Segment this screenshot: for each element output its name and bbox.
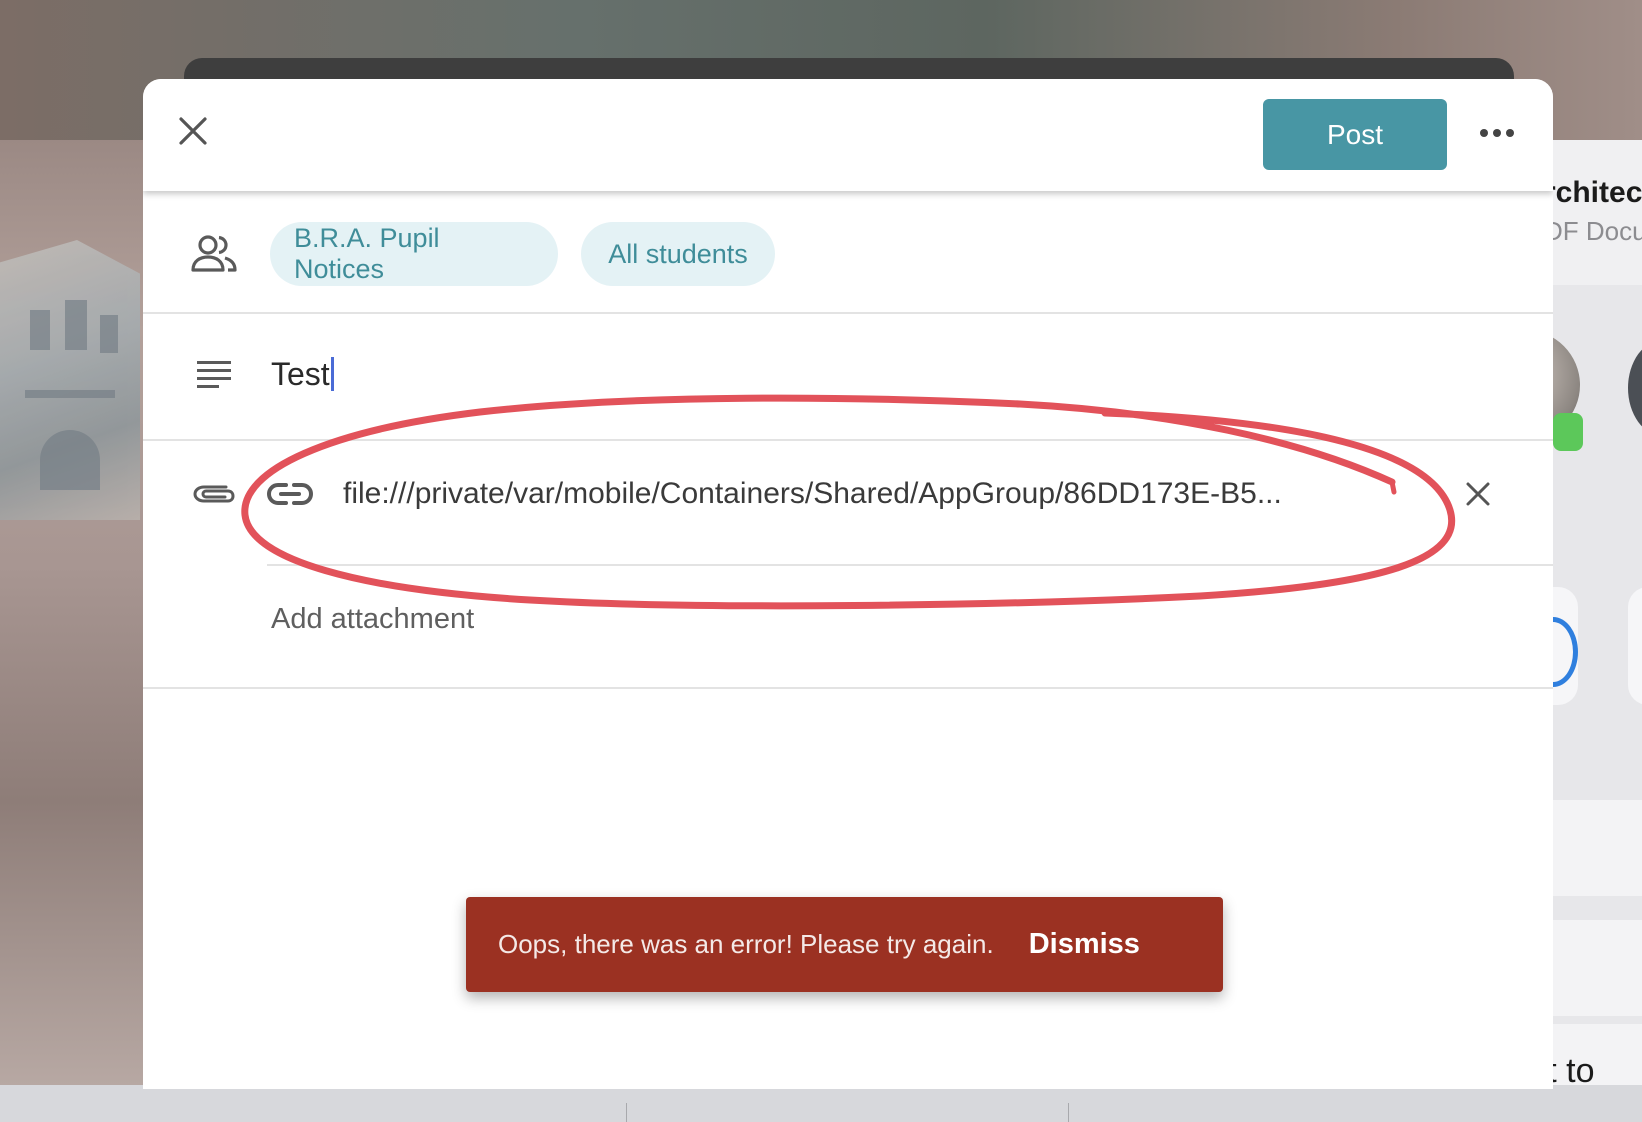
- paperclip-icon: [189, 469, 239, 519]
- background-building-image: [0, 240, 140, 520]
- divider: [267, 564, 1553, 566]
- class-chip[interactable]: B.R.A. Pupil Notices: [270, 222, 558, 286]
- divider: [143, 312, 1553, 314]
- announcement-text-input[interactable]: Test: [271, 349, 334, 399]
- students-chip[interactable]: All students: [581, 222, 775, 286]
- share-sheet-subtitle: DF Docu: [1544, 216, 1642, 246]
- messages-badge-icon: [1553, 413, 1583, 451]
- bottom-toolbar: [0, 1085, 1642, 1122]
- text-caret: [330, 357, 334, 391]
- announcement-text: Test: [271, 355, 330, 392]
- share-app-icon[interactable]: [1628, 587, 1642, 705]
- remove-attachment-button[interactable]: [1453, 469, 1503, 519]
- divider: [143, 687, 1553, 689]
- close-icon: [179, 117, 207, 145]
- more-horizontal-icon: [1480, 129, 1514, 137]
- error-snackbar: Oops, there was an error! Please try aga…: [466, 897, 1223, 992]
- close-button[interactable]: [171, 109, 215, 153]
- add-attachment-button[interactable]: Add attachment: [271, 594, 474, 644]
- error-message: Oops, there was an error! Please try aga…: [498, 929, 994, 959]
- close-icon: [1466, 482, 1490, 506]
- divider: [143, 439, 1553, 441]
- text-lines-icon: [189, 349, 239, 399]
- dialog-header: Post: [143, 79, 1553, 191]
- more-options-button[interactable]: [1473, 109, 1521, 157]
- attachment-link[interactable]: file:///private/var/mobile/Containers/Sh…: [343, 469, 1343, 519]
- link-icon: [265, 469, 315, 519]
- people-icon: [189, 229, 239, 279]
- share-sheet-title: rchitec: [1544, 176, 1642, 209]
- dismiss-button[interactable]: Dismiss: [1029, 928, 1140, 961]
- post-button[interactable]: Post: [1263, 99, 1447, 170]
